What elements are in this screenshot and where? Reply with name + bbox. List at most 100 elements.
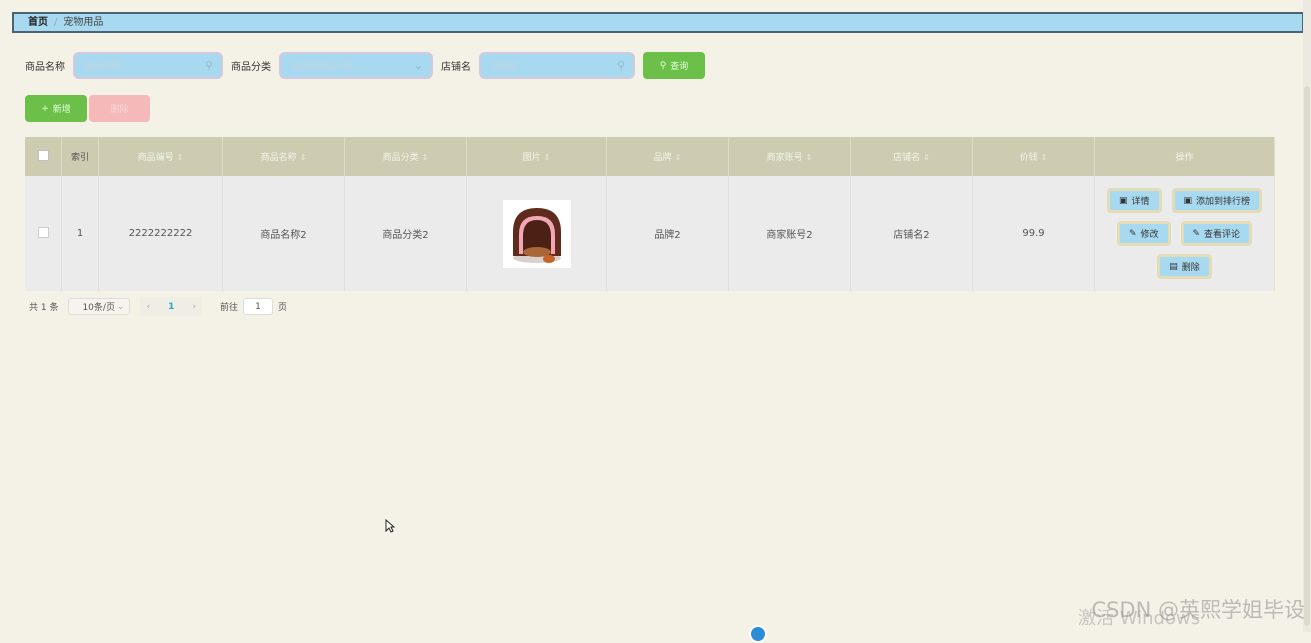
- cell-index: 1: [62, 176, 99, 291]
- add-button[interactable]: + 新增: [25, 95, 87, 122]
- page-scrollbar[interactable]: [1303, 0, 1311, 632]
- add-label: 新增: [53, 102, 71, 115]
- page-number[interactable]: 1: [168, 302, 174, 312]
- page-size-select[interactable]: 10条/页 ⌄: [68, 298, 130, 315]
- row-checkbox[interactable]: [38, 227, 49, 238]
- edit-label: 修改: [1140, 227, 1158, 240]
- pencil-icon: ✎: [1129, 229, 1137, 239]
- category-placeholder: 请选择商品分类: [291, 59, 354, 72]
- header-shop-label: 店铺名: [893, 153, 920, 163]
- category-label: 商品分类: [231, 58, 271, 73]
- view-comments-button[interactable]: ✎ 查看评论: [1181, 221, 1253, 246]
- chevron-down-icon: ⌄: [414, 59, 423, 72]
- table-header-row: 索引 商品编号⇕ 商品名称⇕ 商品分类⇕ 图片⇕ 品牌⇕ 商家账号⇕ 店铺名⇕ …: [25, 137, 1275, 176]
- goto-suffix: 页: [278, 300, 287, 313]
- sort-icon[interactable]: ⇕: [675, 153, 682, 162]
- product-table: 索引 商品编号⇕ 商品名称⇕ 商品分类⇕ 图片⇕ 品牌⇕ 商家账号⇕ 店铺名⇕ …: [25, 137, 1275, 291]
- search-icon: ⚲: [205, 59, 213, 72]
- search-form: 商品名称 商品名称 ⚲ 商品分类 请选择商品分类 ⌄ 店铺名 店铺名 ⚲ ⚲ 查…: [25, 52, 705, 79]
- cell-brand: 品牌2: [607, 176, 729, 291]
- csdn-watermark: CSDN @英熙学姐毕设: [1091, 594, 1305, 624]
- product-name-input[interactable]: 商品名称 ⚲: [73, 52, 223, 79]
- sort-icon[interactable]: ⇕: [300, 153, 307, 162]
- row-select-cell: [25, 176, 62, 291]
- add-rank-button[interactable]: ▣ 添加到排行榜: [1172, 188, 1263, 213]
- sort-icon[interactable]: ⇕: [806, 153, 813, 162]
- header-brand[interactable]: 品牌⇕: [607, 137, 729, 176]
- detail-label: 详情: [1131, 194, 1149, 207]
- cell-merchant: 商家账号2: [729, 176, 851, 291]
- query-label: 查询: [670, 59, 688, 72]
- header-code[interactable]: 商品编号⇕: [99, 137, 223, 176]
- breadcrumb-home[interactable]: 首页: [28, 14, 48, 31]
- header-image[interactable]: 图片⇕: [467, 137, 607, 176]
- sort-icon[interactable]: ⇕: [544, 153, 551, 162]
- shop-name-label: 店铺名: [441, 58, 471, 73]
- shop-name-placeholder: 店铺名: [491, 59, 518, 72]
- header-category[interactable]: 商品分类⇕: [345, 137, 467, 176]
- goto-page-input[interactable]: 1: [243, 298, 273, 315]
- header-shop[interactable]: 店铺名⇕: [851, 137, 973, 176]
- chevron-down-icon: ⌄: [117, 302, 125, 312]
- goto-page-value: 1: [255, 302, 261, 312]
- header-name-label: 商品名称: [261, 153, 297, 163]
- pagination: 共 1 条 10条/页 ⌄ ‹ 1 › 前往 1 页: [29, 297, 287, 316]
- sort-icon[interactable]: ⇕: [422, 153, 429, 162]
- header-price[interactable]: 价钱⇕: [973, 137, 1095, 176]
- delete-button[interactable]: 删除: [89, 95, 150, 122]
- scrollbar-thumb[interactable]: [1304, 86, 1310, 626]
- plus-icon: +: [41, 104, 49, 114]
- product-name-label: 商品名称: [25, 58, 65, 73]
- search-icon: ⚲: [617, 59, 625, 72]
- cell-code: 2222222222: [99, 176, 223, 291]
- query-button[interactable]: ⚲ 查询: [643, 52, 705, 79]
- page-size-value: 10条/页: [82, 300, 115, 313]
- search-icon: ⚲: [660, 61, 667, 71]
- product-name-placeholder: 商品名称: [85, 59, 121, 72]
- breadcrumb: 首页 / 宠物用品: [12, 12, 1304, 33]
- select-all-checkbox[interactable]: [38, 150, 49, 161]
- remove-button[interactable]: ▤ 删除: [1157, 254, 1212, 279]
- shop-name-input[interactable]: 店铺名 ⚲: [479, 52, 635, 79]
- detail-button[interactable]: ▣ 详情: [1107, 188, 1162, 213]
- actions-row: ▤ 删除: [1157, 254, 1212, 279]
- header-image-label: 图片: [523, 153, 541, 163]
- prev-page-icon[interactable]: ‹: [146, 302, 150, 312]
- row-actions: ▣ 详情 ▣ 添加到排行榜 ✎ 修改: [1096, 188, 1273, 279]
- header-merchant[interactable]: 商家账号⇕: [729, 137, 851, 176]
- cell-ops: ▣ 详情 ▣ 添加到排行榜 ✎ 修改: [1095, 176, 1275, 291]
- sort-icon[interactable]: ⇕: [923, 153, 930, 162]
- sort-icon[interactable]: ⇕: [177, 153, 184, 162]
- actions-row: ▣ 详情 ▣ 添加到排行榜: [1107, 188, 1262, 213]
- cell-price: 99.9: [973, 176, 1095, 291]
- product-image[interactable]: [503, 200, 571, 268]
- cell-image: [467, 176, 607, 291]
- view-comments-label: 查看评论: [1204, 227, 1240, 240]
- header-name[interactable]: 商品名称⇕: [223, 137, 345, 176]
- breadcrumb-separator: /: [54, 14, 57, 31]
- cell-shop: 店铺名2: [851, 176, 973, 291]
- header-ops: 操作: [1095, 137, 1275, 176]
- document-icon: ▣: [1119, 196, 1128, 206]
- next-page-icon[interactable]: ›: [192, 302, 196, 312]
- category-select[interactable]: 请选择商品分类 ⌄: [279, 52, 433, 79]
- select-all-cell: [25, 137, 62, 176]
- sort-icon[interactable]: ⇕: [1041, 153, 1048, 162]
- delete-label: 删除: [110, 102, 128, 115]
- header-merchant-label: 商家账号: [767, 153, 803, 163]
- table-row: 1 2222222222 商品名称2 商品分类2 品牌2: [25, 176, 1275, 291]
- goto-prefix: 前往: [220, 300, 238, 313]
- remove-label: 删除: [1182, 260, 1200, 273]
- mouse-cursor-icon: [385, 519, 395, 533]
- cell-name: 商品名称2: [223, 176, 345, 291]
- document-icon: ▣: [1184, 196, 1193, 206]
- edit-button[interactable]: ✎ 修改: [1117, 221, 1171, 246]
- pager-nav: ‹ 1 ›: [140, 297, 201, 316]
- header-code-label: 商品编号: [138, 153, 174, 163]
- pet-bed-image: [503, 200, 571, 268]
- header-category-label: 商品分类: [383, 153, 419, 163]
- header-index: 索引: [62, 137, 99, 176]
- trash-icon: ▤: [1169, 262, 1178, 272]
- header-brand-label: 品牌: [654, 153, 672, 163]
- cell-category: 商品分类2: [345, 176, 467, 291]
